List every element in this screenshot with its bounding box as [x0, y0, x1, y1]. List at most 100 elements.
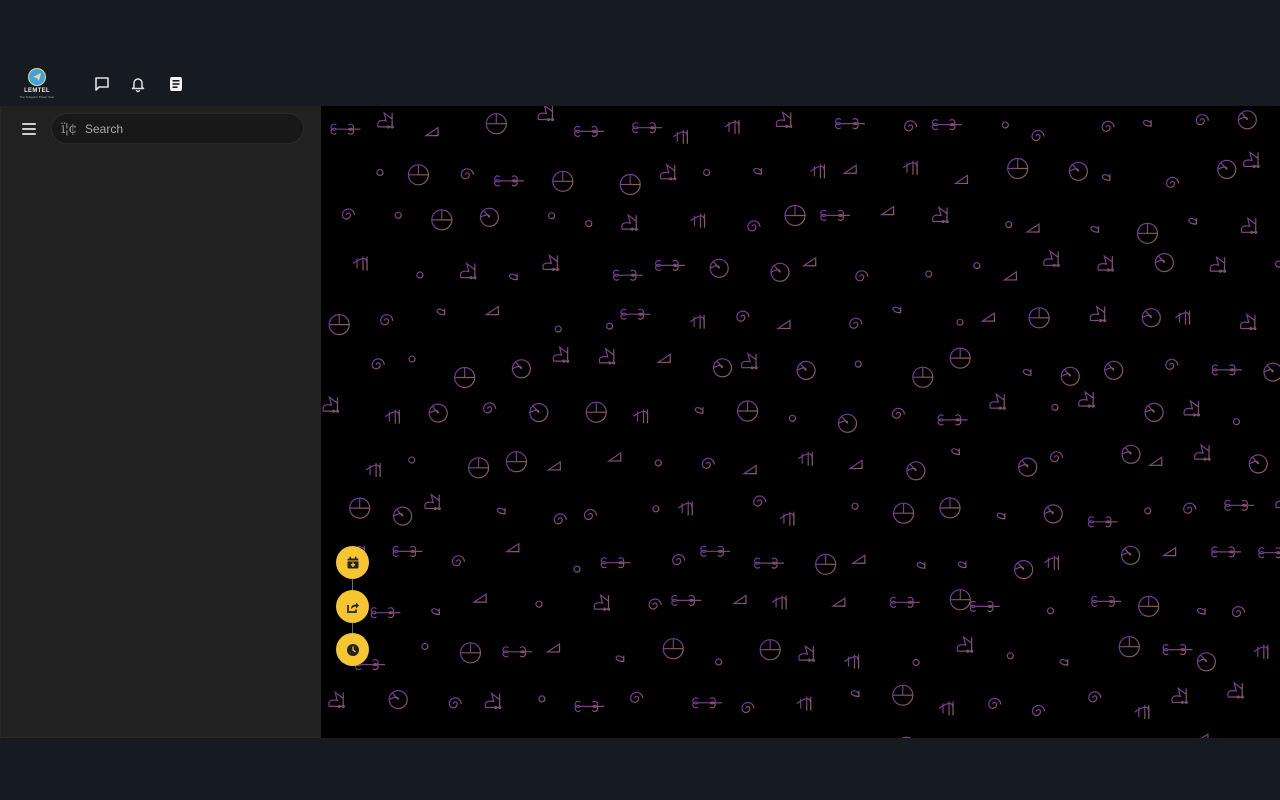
doodle [672, 129, 688, 144]
doodle [951, 448, 960, 455]
doodle [1144, 507, 1152, 515]
bell-icon [131, 78, 145, 93]
doodle [606, 322, 614, 330]
doodle [810, 164, 826, 179]
doodle [468, 457, 490, 479]
doodle [648, 598, 662, 610]
doodle [851, 502, 859, 510]
notes-button[interactable] [166, 74, 186, 94]
hamburger-icon-line [22, 128, 36, 130]
doodle [548, 212, 556, 220]
doodle [854, 360, 862, 368]
doodle [1239, 313, 1257, 331]
share-button[interactable] [336, 590, 369, 623]
app-logo[interactable]: LEMTEL The Telegram Power User [18, 68, 56, 102]
doodle [613, 269, 643, 281]
doodle [370, 607, 401, 619]
doodle [574, 125, 604, 137]
hamburger-menu-button[interactable] [20, 120, 38, 136]
doodle [937, 414, 968, 426]
top-bar: LEMTEL The Telegram Power User [0, 60, 1280, 106]
doodle [1196, 652, 1217, 672]
doodle [741, 352, 758, 370]
doodle [421, 642, 429, 651]
doodle [815, 553, 837, 575]
chat-bubble-icon [95, 77, 109, 91]
doodle [906, 461, 926, 481]
doodle [553, 513, 567, 525]
doodle [737, 400, 759, 422]
doodle [988, 697, 1002, 709]
doodle [585, 401, 607, 423]
doodle [1231, 606, 1246, 618]
doodle [753, 167, 763, 175]
doodle [1006, 652, 1014, 660]
doodle [956, 318, 964, 326]
doodle [1028, 307, 1050, 329]
doodle [484, 305, 499, 316]
doodle [879, 205, 895, 216]
doodle [655, 259, 685, 271]
doodle [341, 208, 355, 220]
doodle [1263, 362, 1280, 382]
doodle [949, 589, 971, 611]
doodle [1097, 254, 1114, 272]
doodle [502, 646, 533, 658]
doodle [1120, 545, 1141, 565]
doodle [709, 258, 729, 278]
doodle [1068, 161, 1089, 181]
doodle [892, 502, 915, 524]
doodle [1031, 129, 1045, 142]
doodle [973, 262, 981, 270]
doodle [798, 644, 815, 662]
schedule-add-button[interactable] [336, 546, 369, 579]
doodle [842, 164, 857, 174]
doodle [1060, 366, 1080, 386]
doodle [479, 207, 499, 227]
doodle [736, 310, 750, 322]
doodle [916, 562, 926, 569]
doodle [692, 697, 722, 709]
doodle [848, 459, 863, 470]
doodle [542, 253, 559, 271]
doodle [1059, 658, 1069, 666]
doodle [1025, 222, 1040, 233]
doodle [849, 317, 863, 329]
doodle [328, 314, 350, 336]
search-box[interactable]: ï¦¢ [51, 113, 304, 144]
doodle [724, 119, 740, 134]
doodle [953, 174, 969, 185]
doodle [1237, 110, 1257, 130]
doodle [384, 409, 400, 424]
doodle [903, 120, 918, 132]
doodle [633, 409, 649, 424]
doodle [1217, 159, 1237, 180]
doodle [759, 639, 781, 661]
doodle [1147, 456, 1163, 466]
doodle [600, 557, 631, 569]
doodle [747, 220, 761, 232]
doodle [424, 126, 439, 137]
doodle [1183, 399, 1201, 417]
doodle [380, 314, 394, 326]
doodle [1175, 310, 1191, 325]
chats-button[interactable] [92, 74, 112, 94]
doodle [508, 273, 518, 281]
doodle [1274, 260, 1280, 268]
doodle [956, 635, 974, 653]
doodle [996, 512, 1006, 520]
history-button[interactable] [336, 633, 369, 666]
doodle [891, 407, 905, 419]
notifications-button[interactable] [128, 74, 148, 94]
doodle [939, 497, 961, 519]
doodle [1143, 119, 1152, 127]
doodle [529, 403, 549, 423]
doodle [1046, 607, 1055, 615]
search-input[interactable] [85, 119, 285, 139]
doodle [830, 596, 846, 607]
doodle [671, 594, 702, 606]
doodle [694, 407, 704, 414]
doodle [779, 511, 795, 526]
doodle [1088, 691, 1102, 703]
doodle [1090, 226, 1100, 233]
